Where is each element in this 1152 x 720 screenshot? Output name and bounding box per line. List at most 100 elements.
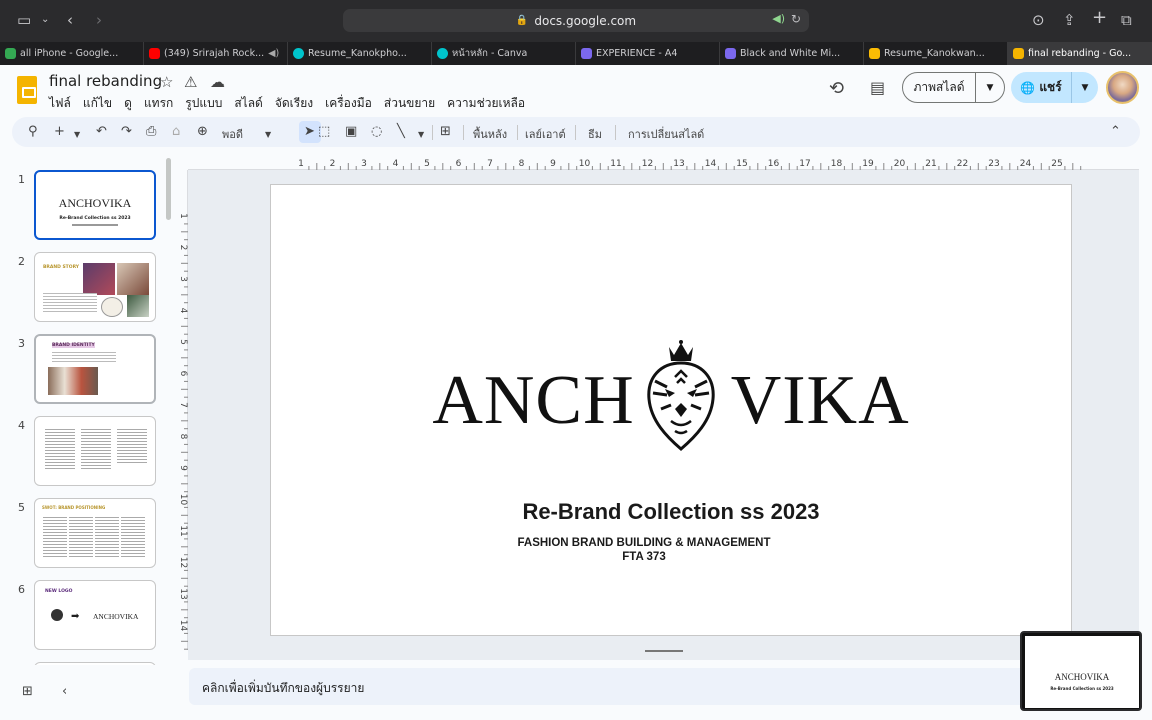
ruler-tick-label: 9 (178, 465, 188, 471)
forward-icon[interactable]: › (96, 11, 102, 29)
print-icon[interactable]: ⎙ (146, 124, 156, 140)
ruler-tick-label: 14 (705, 159, 717, 169)
chevron-down-icon[interactable]: ▼ (74, 127, 80, 143)
cursor-icon[interactable]: ➤ (304, 124, 315, 140)
chevron-down-icon[interactable]: ▼ (1072, 72, 1098, 103)
version-history-icon[interactable]: ⟲ (829, 78, 844, 99)
slides-icon (1013, 48, 1024, 59)
slideshow-button[interactable]: ภาพสไลด์ ▼ (902, 72, 1005, 103)
tab-resume-drive[interactable]: Resume_Kanokwan... (864, 42, 1008, 65)
notes-resize-handle[interactable] (645, 650, 683, 652)
tab-black-white[interactable]: Black and White Mi... (720, 42, 864, 65)
chevron-down-icon[interactable]: ▼ (265, 127, 271, 143)
tab-label: all iPhone - Google... (20, 48, 119, 59)
ruler-tick-label: 3 (178, 276, 188, 282)
share-icon[interactable]: ⇪ (1063, 11, 1076, 29)
ruler-tick-label: 19 (862, 159, 874, 169)
menu-bar: ไฟล์ แก้ไข ดู แทรก รูปแบบ สไลด์ จัดเรียง… (49, 94, 537, 113)
collapse-filmstrip-icon[interactable]: ‹ (62, 684, 67, 699)
menu-help[interactable]: ความช่วยเหลือ (447, 94, 525, 113)
layout-button[interactable]: เลย์เอาต์ (525, 125, 566, 143)
star-icon[interactable]: ☆ (160, 73, 173, 91)
menu-insert[interactable]: แทรก (144, 94, 173, 113)
tab-label: (349) Srirajah Rock... (164, 48, 265, 59)
line-icon[interactable]: ╲ (397, 124, 405, 140)
grid-view-icon[interactable]: ⊞ (22, 684, 33, 699)
zoom-select[interactable]: พอดี (222, 125, 243, 143)
theme-button[interactable]: ธีม (588, 125, 602, 143)
menu-extensions[interactable]: ส่วนขยาย (384, 94, 435, 113)
select-frame-icon[interactable]: ⬚ (318, 124, 330, 140)
download-icon[interactable]: ⊙ (1032, 11, 1045, 29)
doc-icon (581, 48, 592, 59)
address-bar[interactable]: 🔒 docs.google.com ◀) ↻ (343, 9, 809, 32)
new-tab-icon[interactable]: + (1092, 9, 1107, 27)
chevron-down-icon[interactable]: ▼ (418, 127, 424, 143)
slide-thumbnail-7[interactable] (34, 662, 156, 665)
menu-slide[interactable]: สไลด์ (234, 94, 263, 113)
doc-icon (725, 48, 736, 59)
menu-file[interactable]: ไฟล์ (49, 94, 71, 113)
comments-icon[interactable]: ▤ (870, 78, 885, 97)
new-slide-icon[interactable]: + (54, 124, 65, 140)
ruler-tick-label: 5 (424, 159, 430, 169)
share-button[interactable]: 🌐 แชร์ ▼ (1011, 72, 1098, 103)
globe-icon: 🌐 (1020, 80, 1036, 95)
shape-icon[interactable]: ◌ (371, 124, 382, 140)
share-main[interactable]: 🌐 แชร์ (1011, 72, 1072, 103)
tab-experience[interactable]: EXPERIENCE - A4 (576, 42, 720, 65)
avatar[interactable] (1106, 71, 1139, 104)
window-preview[interactable]: ANCHOVIKA Re-Brand Collection ss 2023 (1020, 631, 1142, 711)
slide-thumbnail-5[interactable]: SWOT: BRAND POSITIONING (34, 498, 156, 568)
collapse-icon[interactable]: ⌃ (1110, 124, 1121, 140)
undo-icon[interactable]: ↶ (96, 124, 107, 140)
search-icon[interactable]: ⚲ (28, 124, 38, 140)
slide-number: 2 (18, 255, 25, 268)
background-button[interactable]: พื้นหลัง (473, 125, 507, 143)
tab-canva-home[interactable]: หน้าหลัก - Canva (432, 42, 576, 65)
preview-content: ANCHOVIKA Re-Brand Collection ss 2023 (1025, 636, 1139, 708)
reload-icon[interactable]: ↻ (791, 12, 801, 26)
thumb-text-block (43, 293, 97, 313)
slide-thumbnail-2[interactable]: BRAND STORY (34, 252, 156, 322)
chevron-down-icon[interactable]: ▼ (976, 73, 1004, 102)
document-title[interactable]: final rebanding (49, 72, 162, 90)
ruler-tick-label: 14 (178, 620, 188, 632)
ruler-tick-label: 8 (519, 159, 525, 169)
slide-thumbnail-4[interactable] (34, 416, 156, 486)
image-icon[interactable]: ▣ (345, 124, 357, 140)
slideshow-label[interactable]: ภาพสไลด์ (903, 73, 976, 102)
move-icon[interactable]: ⚠ (184, 73, 197, 91)
comment-add-icon[interactable]: ⊞ (440, 124, 451, 140)
slide-thumbnail-1[interactable]: ANCHOVIKA Re-Brand Collection ss 2023 (34, 170, 156, 240)
menu-arrange[interactable]: จัดเรียง (275, 94, 313, 113)
tab-google-drive[interactable]: all iPhone - Google... (0, 42, 144, 65)
menu-edit[interactable]: แก้ไข (83, 94, 112, 113)
slide-thumbnail-3[interactable]: BRAND IDENTITY (34, 334, 156, 404)
cloud-status-icon[interactable]: ☁ (210, 73, 225, 91)
sidebar-icon[interactable]: ▭ (17, 11, 31, 29)
ruler-tick-label: 18 (831, 159, 843, 169)
ruler-tick-label: 7 (487, 159, 493, 169)
paint-format-icon[interactable]: ⌂ (172, 124, 180, 140)
ruler-tick-label: 2 (178, 245, 188, 251)
tab-final-rebanding[interactable]: final rebanding - Go... (1008, 42, 1152, 65)
slide-thumbnail-6[interactable]: NEW LOGO ➡ ANCHOVIKA (34, 580, 156, 650)
speaker-icon[interactable]: ◀) (268, 48, 279, 59)
chevron-down-icon[interactable]: ⌄ (41, 11, 49, 29)
tab-youtube[interactable]: (349) Srirajah Rock... ◀) (144, 42, 288, 65)
menu-format[interactable]: รูปแบบ (185, 94, 222, 113)
slides-logo-icon[interactable] (17, 76, 37, 104)
redo-icon[interactable]: ↷ (121, 124, 132, 140)
zoom-icon[interactable]: ⊕ (197, 124, 208, 140)
tab-label: Black and White Mi... (740, 48, 841, 59)
back-icon[interactable]: ‹ (67, 11, 73, 29)
speaker-icon[interactable]: ◀) (772, 12, 785, 25)
transition-button[interactable]: การเปลี่ยนสไลด์ (628, 125, 704, 143)
menu-tools[interactable]: เครื่องมือ (325, 94, 372, 113)
tab-canva-resume[interactable]: Resume_Kanokpho... (288, 42, 432, 65)
slide-1[interactable]: ANCH VIKA Re-Brand Collection ss 2023 FAS… (270, 184, 1072, 636)
speaker-notes[interactable]: คลิกเพื่อเพิ่มบันทึกของผู้บรรยาย (189, 668, 1139, 705)
menu-view[interactable]: ดู (124, 94, 132, 113)
tab-overview-icon[interactable]: ⧉ (1121, 11, 1132, 29)
